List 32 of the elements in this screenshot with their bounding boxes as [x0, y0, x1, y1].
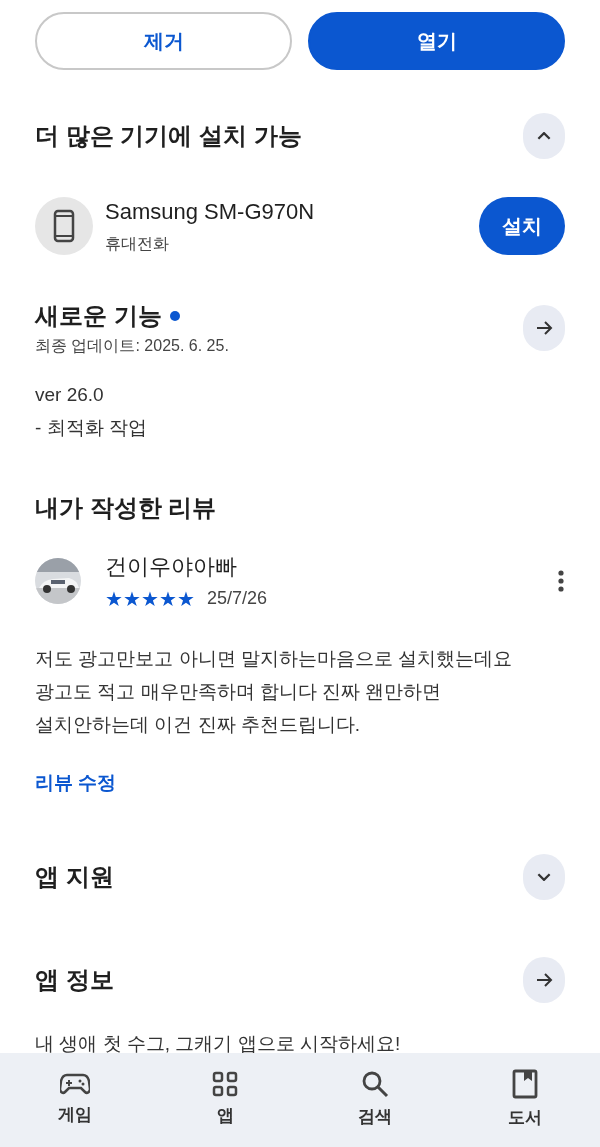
- app-description: 내 생애 첫 수그, 그캐기 앱으로 시작하세요!: [35, 1031, 402, 1053]
- section-title: 앱 정보: [35, 964, 114, 995]
- nav-tab[interactable]: 앱: [150, 1053, 300, 1147]
- forward-arrow-button[interactable]: [523, 305, 565, 351]
- search-icon: [361, 1070, 389, 1099]
- nav-tab[interactable]: 검색: [300, 1053, 450, 1147]
- book-icon: [512, 1069, 538, 1100]
- chevron-up-icon: [537, 131, 551, 141]
- nav-tab[interactable]: 도서: [450, 1053, 600, 1147]
- gamepad-icon: [60, 1072, 90, 1097]
- section-title: 앱 지원: [35, 861, 114, 892]
- edit-review-link[interactable]: 리뷰 수정: [35, 769, 117, 798]
- install-button[interactable]: 설치: [479, 196, 565, 255]
- release-note: ver 26.0: [35, 383, 105, 407]
- section-title: 새로운 기능: [35, 301, 162, 331]
- review-text: 저도 광고만보고 아니면 말지하는마음으로 설치했는데요 광고도 적고 매우만족하며 합니다 진짜 왠만하면 설치안하는데 이건 진짜 추천드립니다.: [35, 647, 514, 737]
- reviewer-name: 건이우야아빠: [105, 553, 238, 581]
- section-title: 내가 작성한 리뷰: [35, 493, 218, 523]
- apps-grid-icon: [212, 1071, 238, 1098]
- open-button[interactable]: 열기: [308, 12, 565, 70]
- nav-tab[interactable]: 게임: [0, 1053, 150, 1147]
- more-options-icon[interactable]: [557, 568, 565, 594]
- review-date: 25/7/26: [207, 587, 268, 610]
- section-title: 더 많은 기기에 설치 가능: [35, 121, 302, 151]
- device-type: 휴대전화: [105, 234, 170, 254]
- chevron-down-icon: [537, 872, 551, 881]
- star-rating: ★★★★★: [105, 588, 195, 609]
- device-name: Samsung SM-G970N: [105, 198, 316, 226]
- release-note: - 최적화 작업: [35, 416, 148, 440]
- remove-button[interactable]: 제거: [35, 12, 292, 70]
- forward-arrow-button[interactable]: [523, 956, 565, 1003]
- update-date: 최종 업데이트: 2025. 6. 25.: [35, 336, 229, 356]
